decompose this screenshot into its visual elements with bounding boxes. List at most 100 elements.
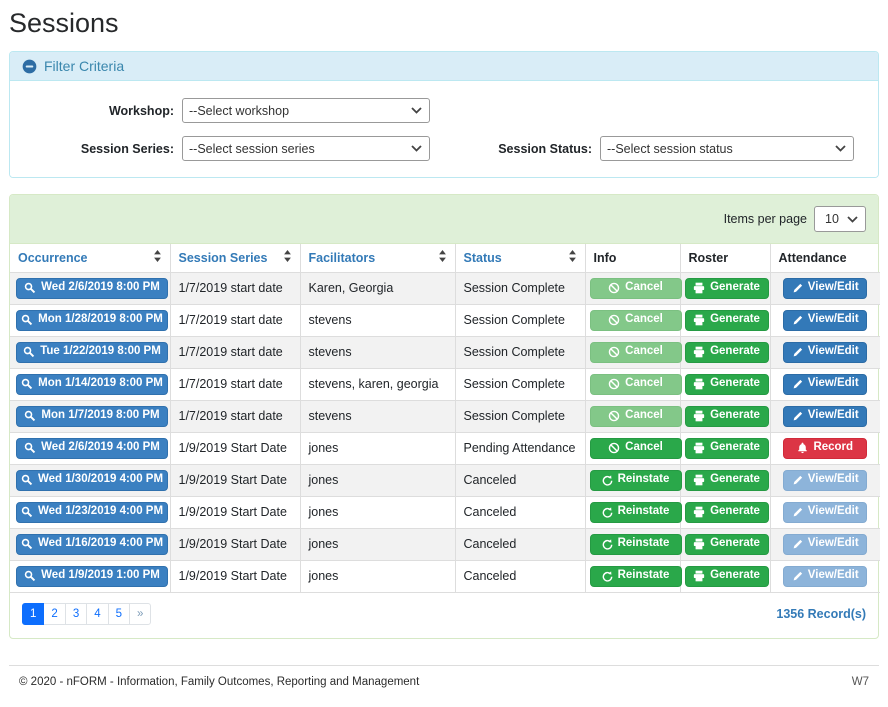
view-edit-button: View/Edit	[783, 470, 867, 491]
generate-button[interactable]: Generate	[685, 406, 769, 427]
reinstate-button[interactable]: Reinstate	[590, 502, 682, 523]
session-series-cell: 1/7/2019 start date	[170, 304, 300, 336]
facilitators-cell: jones	[300, 528, 455, 560]
column-header-occurrence[interactable]: Occurrence	[10, 244, 170, 272]
filter-panel-header[interactable]: Filter Criteria	[10, 52, 878, 81]
facilitators-cell: stevens, karen, georgia	[300, 368, 455, 400]
record-button[interactable]: Record	[783, 438, 867, 459]
occurrence-cell: Wed 1/30/2019 4:00 PM	[10, 464, 170, 496]
roster-cell: Generate	[680, 272, 770, 304]
attendance-cell: View/Edit	[770, 528, 880, 560]
attendance-cell: View/Edit	[770, 272, 880, 304]
page-button-4[interactable]: 4	[86, 603, 108, 625]
cancel-button: Cancel	[590, 310, 682, 331]
column-header-label: Attendance	[779, 251, 847, 265]
generate-button[interactable]: Generate	[685, 278, 769, 299]
page-button-5[interactable]: 5	[108, 603, 130, 625]
reinstate-button[interactable]: Reinstate	[590, 566, 682, 587]
occurrence-button[interactable]: Wed 2/6/2019 4:00 PM	[16, 438, 168, 459]
sort-icon	[283, 250, 292, 265]
filter-panel-title: Filter Criteria	[44, 58, 124, 74]
cancel-button[interactable]: Cancel	[590, 438, 682, 459]
generate-button[interactable]: Generate	[685, 470, 769, 491]
search-icon	[21, 474, 33, 486]
page-button-1[interactable]: 1	[22, 603, 44, 625]
next-page-button[interactable]: »	[129, 603, 151, 625]
generate-button[interactable]: Generate	[685, 502, 769, 523]
print-icon	[693, 442, 705, 454]
page-footer: © 2020 - nFORM - Information, Family Out…	[9, 665, 879, 698]
reinstate-button[interactable]: Reinstate	[590, 534, 682, 555]
occurrence-button[interactable]: Wed 1/30/2019 4:00 PM	[16, 470, 168, 491]
occurrence-button[interactable]: Wed 1/9/2019 1:00 PM	[16, 566, 168, 587]
record-count: 1356 Record(s)	[776, 607, 866, 621]
occurrence-cell: Wed 1/16/2019 4:00 PM	[10, 528, 170, 560]
roster-cell: Generate	[680, 560, 770, 592]
status-cell: Session Complete	[455, 336, 585, 368]
view-edit-button[interactable]: View/Edit	[783, 374, 867, 395]
generate-button[interactable]: Generate	[685, 438, 769, 459]
minus-circle-icon[interactable]	[22, 59, 37, 74]
undo-icon	[602, 507, 613, 518]
occurrence-cell: Mon 1/28/2019 8:00 PM	[10, 304, 170, 336]
button-label: Generate	[710, 570, 760, 582]
items-per-page-label: Items per page	[724, 212, 807, 226]
generate-button[interactable]: Generate	[685, 342, 769, 363]
occurrence-cell: Tue 1/22/2019 8:00 PM	[10, 336, 170, 368]
button-label: View/Edit	[808, 378, 859, 390]
column-header-session-series[interactable]: Session Series	[170, 244, 300, 272]
generate-button[interactable]: Generate	[685, 310, 769, 331]
button-label: Cancel	[625, 442, 663, 454]
print-icon	[693, 282, 705, 294]
page: Sessions Filter Criteria Workshop: --Sel…	[0, 8, 888, 698]
page-button-2[interactable]: 2	[43, 603, 65, 625]
button-label: Mon 1/28/2019 8:00 PM	[38, 314, 163, 326]
column-header-facilitators[interactable]: Facilitators	[300, 244, 455, 272]
page-title: Sessions	[9, 8, 879, 39]
button-label: View/Edit	[808, 538, 859, 550]
button-label: Generate	[710, 538, 760, 550]
column-header-roster: Roster	[680, 244, 770, 272]
button-label: Wed 2/6/2019 8:00 PM	[41, 282, 160, 294]
attendance-cell: View/Edit	[770, 496, 880, 528]
button-label: View/Edit	[808, 346, 859, 358]
button-label: Reinstate	[618, 506, 670, 518]
roster-cell: Generate	[680, 496, 770, 528]
view-edit-button[interactable]: View/Edit	[783, 310, 867, 331]
generate-button[interactable]: Generate	[685, 534, 769, 555]
button-label: Wed 1/30/2019 4:00 PM	[38, 474, 163, 486]
reinstate-button[interactable]: Reinstate	[590, 470, 682, 491]
info-cell: Cancel	[585, 368, 680, 400]
generate-button[interactable]: Generate	[685, 566, 769, 587]
button-label: Cancel	[625, 314, 663, 326]
items-per-page-select[interactable]: 10	[814, 206, 866, 232]
occurrence-cell: Wed 2/6/2019 8:00 PM	[10, 272, 170, 304]
column-header-status[interactable]: Status	[455, 244, 585, 272]
view-edit-button[interactable]: View/Edit	[783, 278, 867, 299]
filter-row-workshop: Workshop: --Select workshop	[22, 98, 866, 123]
facilitators-cell: stevens	[300, 304, 455, 336]
session-series-select[interactable]: --Select session series	[182, 136, 430, 161]
roster-cell: Generate	[680, 432, 770, 464]
occurrence-button[interactable]: Tue 1/22/2019 8:00 PM	[16, 342, 168, 363]
facilitators-cell: Karen, Georgia	[300, 272, 455, 304]
table-row: Mon 1/7/2019 8:00 PM1/7/2019 start dates…	[10, 400, 880, 432]
occurrence-button[interactable]: Mon 1/28/2019 8:00 PM	[16, 310, 168, 331]
search-icon	[21, 314, 33, 326]
workshop-select[interactable]: --Select workshop	[182, 98, 430, 123]
session-status-label: Session Status:	[430, 142, 600, 156]
occurrence-button[interactable]: Wed 1/16/2019 4:00 PM	[16, 534, 168, 555]
attendance-cell: View/Edit	[770, 400, 880, 432]
generate-button[interactable]: Generate	[685, 374, 769, 395]
occurrence-button[interactable]: Mon 1/7/2019 8:00 PM	[16, 406, 168, 427]
occurrence-button[interactable]: Wed 1/23/2019 4:00 PM	[16, 502, 168, 523]
view-edit-button[interactable]: View/Edit	[783, 406, 867, 427]
session-status-select[interactable]: --Select session status	[600, 136, 854, 161]
column-header-label: Facilitators	[309, 251, 376, 265]
occurrence-button[interactable]: Mon 1/14/2019 8:00 PM	[16, 374, 168, 395]
view-edit-button[interactable]: View/Edit	[783, 342, 867, 363]
roster-cell: Generate	[680, 368, 770, 400]
button-label: Wed 1/23/2019 4:00 PM	[38, 506, 163, 518]
occurrence-button[interactable]: Wed 2/6/2019 8:00 PM	[16, 278, 168, 299]
page-button-3[interactable]: 3	[65, 603, 87, 625]
